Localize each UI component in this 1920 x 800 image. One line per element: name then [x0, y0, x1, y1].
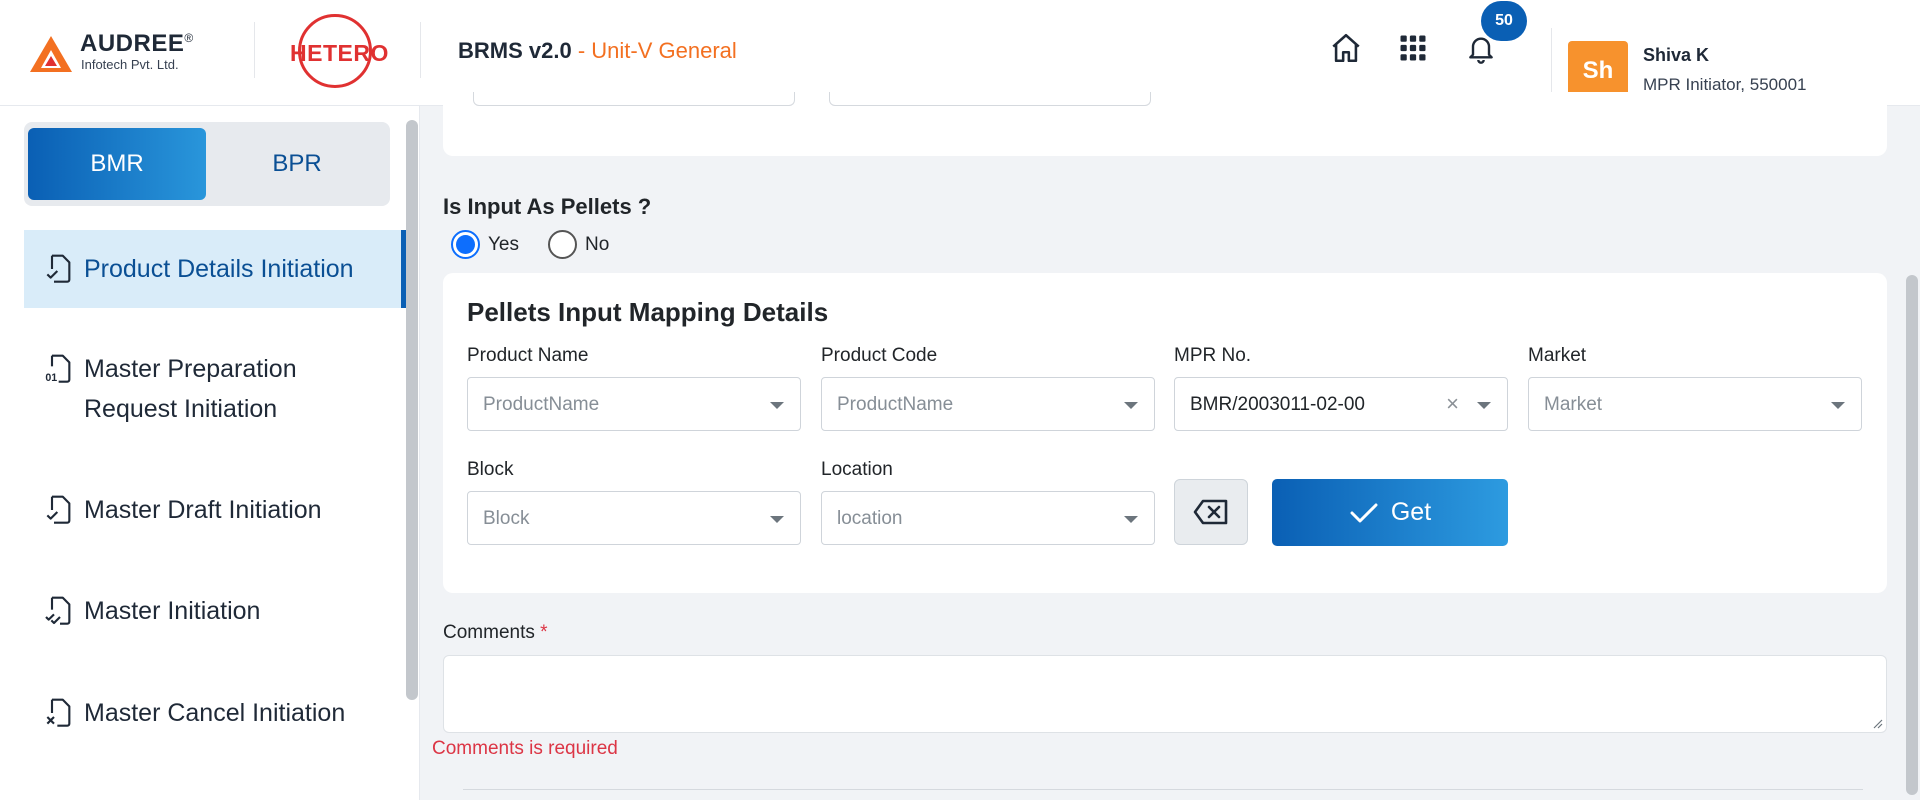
- sidebar: BMR BPR Product Details Initiation 01 Ma…: [0, 106, 420, 800]
- block-value: Block: [483, 508, 530, 529]
- product-name-select[interactable]: ProductName: [467, 377, 801, 431]
- document-binary-icon: 01: [40, 349, 80, 389]
- pellets-mapping-card: Pellets Input Mapping Details Product Na…: [443, 273, 1887, 593]
- check-icon: [1349, 501, 1379, 525]
- sidebar-item-label: Master Preparation Request Initiation: [84, 349, 297, 429]
- radio-yes-circle[interactable]: [451, 230, 480, 259]
- document-double-check-icon: [40, 591, 80, 631]
- product-code-label: Product Code: [821, 345, 938, 366]
- get-button-label: Get: [1390, 498, 1432, 526]
- pellets-question: Is Input As Pellets ?: [443, 194, 652, 219]
- sidebar-item-label-line2: Request Initiation: [84, 395, 278, 423]
- header-divider: [1551, 28, 1552, 98]
- brand-subtitle: Infotech Pvt. Ltd.: [81, 57, 179, 72]
- clear-filters-button[interactable]: [1174, 479, 1248, 545]
- radio-selected-dot: [456, 235, 475, 254]
- required-asterisk: *: [540, 622, 548, 643]
- sidebar-item-master-cancel-initiation[interactable]: Master Cancel Initiation: [24, 693, 406, 733]
- sidebar-item-label: Master Initiation: [84, 597, 261, 625]
- clear-icon[interactable]: ×: [1446, 391, 1459, 417]
- chevron-down-icon: [1124, 516, 1138, 523]
- sidebar-item-master-initiation[interactable]: Master Initiation: [24, 591, 406, 631]
- radio-yes-label[interactable]: Yes: [488, 234, 519, 256]
- tab-bmr[interactable]: BMR: [28, 128, 206, 200]
- sidebar-item-label-line1: Master Preparation: [84, 355, 297, 383]
- product-code-select[interactable]: ProductName: [821, 377, 1155, 431]
- comments-label: Comments *: [443, 622, 548, 644]
- location-select[interactable]: location: [821, 491, 1155, 545]
- product-name-label: Product Name: [467, 345, 589, 366]
- tab-bpr[interactable]: BPR: [208, 128, 386, 200]
- header-divider: [254, 22, 255, 78]
- card-title: Pellets Input Mapping Details: [467, 297, 829, 327]
- previous-field: [473, 92, 795, 106]
- sidebar-item-label: Master Cancel Initiation: [84, 699, 346, 727]
- document-check-icon: [40, 249, 80, 289]
- mpr-no-label: MPR No.: [1174, 345, 1252, 366]
- sidebar-scrollbar[interactable]: [406, 120, 418, 700]
- location-label: Location: [821, 459, 893, 480]
- resize-grip-icon[interactable]: [1873, 719, 1883, 729]
- hetero-logo-text: HETERO: [290, 40, 389, 66]
- apps-grid-icon[interactable]: [1395, 30, 1431, 66]
- notification-badge[interactable]: 50: [1481, 1, 1527, 41]
- chevron-down-icon: [1831, 402, 1845, 409]
- radio-no-label[interactable]: No: [585, 234, 609, 256]
- sidebar-item-label: Master Draft Initiation: [84, 496, 322, 524]
- user-name[interactable]: Shiva K: [1643, 45, 1709, 66]
- market-value: Market: [1544, 394, 1603, 415]
- document-check-icon: [40, 490, 80, 530]
- bmr-bpr-tabs: BMR BPR: [24, 122, 390, 206]
- home-icon[interactable]: [1328, 30, 1364, 66]
- radio-yes[interactable]: Yes: [451, 230, 519, 259]
- get-button[interactable]: Get: [1272, 479, 1508, 546]
- svg-text:01: 01: [45, 372, 57, 384]
- radio-no-circle[interactable]: [548, 230, 577, 259]
- mpr-no-select[interactable]: BMR/2003011-02-00 ×: [1174, 377, 1508, 431]
- chevron-down-icon: [1477, 402, 1491, 409]
- sidebar-item-product-details-initiation[interactable]: Product Details Initiation: [24, 230, 406, 308]
- previous-card: [443, 92, 1887, 156]
- top-header: AUDREE® Infotech Pvt. Ltd. HETERO BRMS v…: [0, 0, 1920, 106]
- audree-logo-mark: [30, 36, 72, 72]
- app-unit: - Unit-V General: [571, 38, 737, 63]
- location-value: location: [837, 508, 903, 529]
- divider: [463, 789, 1863, 790]
- market-label: Market: [1528, 345, 1587, 366]
- market-select[interactable]: Market: [1528, 377, 1862, 431]
- hetero-logo: HETERO: [290, 14, 388, 90]
- brand-name: AUDREE®: [80, 30, 194, 57]
- previous-field: [829, 92, 1151, 106]
- sidebar-item-master-preparation-request-initiation[interactable]: 01 Master Preparation Request Initiation: [24, 349, 406, 429]
- audree-logo: AUDREE® Infotech Pvt. Ltd.: [30, 28, 215, 78]
- main-scrollbar[interactable]: [1906, 275, 1918, 795]
- radio-no[interactable]: No: [548, 230, 609, 259]
- chevron-down-icon: [1124, 402, 1138, 409]
- product-name-value: ProductName: [483, 394, 600, 415]
- header-divider: [420, 22, 421, 78]
- app-name: BRMS v2.0: [458, 38, 572, 63]
- mpr-no-value: BMR/2003011-02-00: [1190, 394, 1365, 415]
- product-code-value: ProductName: [837, 394, 954, 415]
- backspace-icon: [1193, 499, 1228, 525]
- comments-textarea[interactable]: [443, 655, 1887, 733]
- chevron-down-icon: [770, 516, 784, 523]
- block-select[interactable]: Block: [467, 491, 801, 545]
- comments-error: Comments is required: [432, 738, 618, 759]
- block-label: Block: [467, 459, 514, 480]
- document-cancel-icon: [40, 693, 80, 733]
- chevron-down-icon: [770, 402, 784, 409]
- comments-label-text: Comments: [443, 622, 535, 643]
- sidebar-item-label: Product Details Initiation: [84, 255, 354, 283]
- app-title: BRMS v2.0 - Unit-V General: [458, 38, 737, 64]
- sidebar-item-master-draft-initiation[interactable]: Master Draft Initiation: [24, 490, 406, 530]
